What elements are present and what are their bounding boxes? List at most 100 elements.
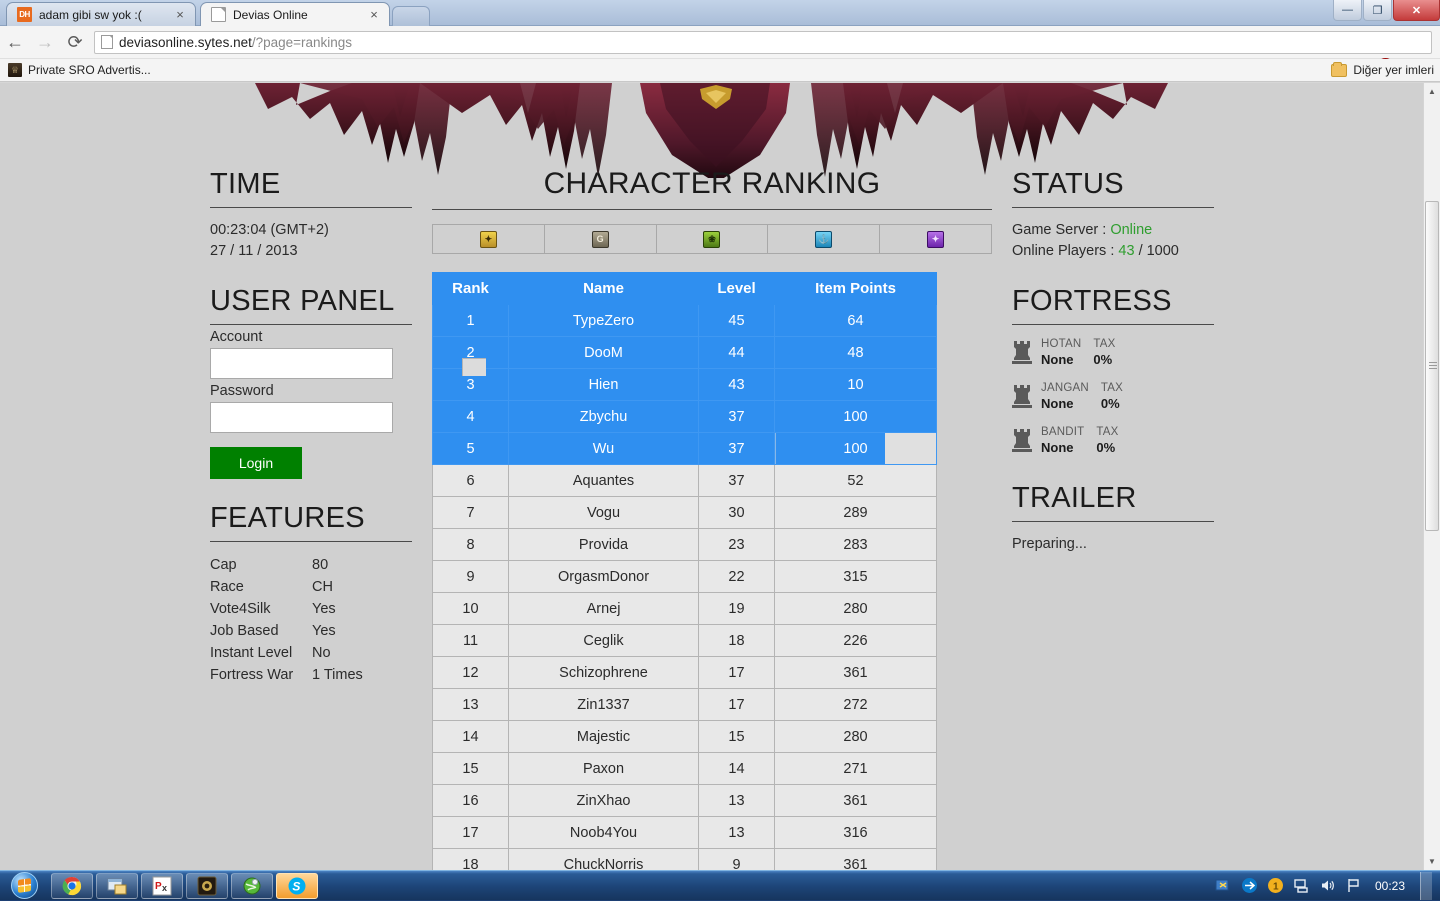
table-row[interactable]: 7 Vogu 30 289 bbox=[433, 497, 937, 529]
taskbar-item-window-switcher[interactable] bbox=[96, 873, 138, 899]
maximize-button[interactable]: ❐ bbox=[1363, 0, 1392, 21]
bookmark-item[interactable]: ♕ Private SRO Advertis... bbox=[0, 63, 159, 77]
tab-green-ranking[interactable]: ❀ bbox=[657, 225, 769, 253]
taskbar-clock[interactable]: 00:23 bbox=[1375, 879, 1405, 893]
fortress-tax-value: 0% bbox=[1093, 352, 1115, 367]
online-players-status: Online Players : 43 / 1000 bbox=[1012, 241, 1214, 262]
table-row[interactable]: 10 Arnej 19 280 bbox=[433, 593, 937, 625]
address-bar[interactable]: deviasonline.sytes.net/?page=rankings bbox=[94, 31, 1432, 54]
table-row[interactable]: 14 Majestic 15 280 bbox=[433, 721, 937, 753]
network-tray-icon[interactable] bbox=[1293, 877, 1310, 894]
column-header-name[interactable]: Name bbox=[509, 273, 699, 305]
scrollbar-thumb[interactable] bbox=[1425, 201, 1439, 531]
table-row[interactable]: 18 ChuckNorris 9 361 bbox=[433, 849, 937, 871]
minimize-button[interactable]: — bbox=[1333, 0, 1362, 21]
password-label: Password bbox=[210, 383, 412, 399]
cell-name: ZinXhao bbox=[509, 785, 699, 817]
tab-close-icon[interactable]: × bbox=[367, 9, 381, 21]
cell-level: 9 bbox=[699, 849, 775, 871]
column-header-rank[interactable]: Rank bbox=[433, 273, 509, 305]
start-button[interactable] bbox=[0, 871, 48, 900]
server-date: 27 / 11 / 2013 bbox=[210, 241, 412, 262]
feature-key: Race bbox=[210, 576, 312, 598]
table-row[interactable]: 12 Schizophrene 17 361 bbox=[433, 657, 937, 689]
cell-level: 14 bbox=[699, 753, 775, 785]
left-sidebar: TIME 00:23:04 (GMT+2) 27 / 11 / 2013 USE… bbox=[210, 167, 412, 686]
login-button[interactable]: Login bbox=[210, 447, 302, 479]
action-center-flag-icon[interactable] bbox=[1345, 877, 1362, 894]
cell-rank: 9 bbox=[433, 561, 509, 593]
table-row[interactable]: 15 Paxon 14 271 bbox=[433, 753, 937, 785]
back-icon[interactable]: ← bbox=[0, 27, 30, 57]
feature-value: CH bbox=[312, 576, 363, 598]
taskbar-item-skype[interactable]: S bbox=[276, 873, 318, 899]
scroll-down-icon[interactable]: ▼ bbox=[1424, 853, 1440, 870]
cell-name: OrgasmDonor bbox=[509, 561, 699, 593]
teamviewer-tray-icon[interactable] bbox=[1241, 877, 1258, 894]
fortress-name: JANGAN bbox=[1041, 381, 1089, 396]
cell-level: 13 bbox=[699, 817, 775, 849]
volume-tray-icon[interactable] bbox=[1319, 877, 1336, 894]
table-row[interactable]: 13 Zin1337 17 272 bbox=[433, 689, 937, 721]
cell-level: 37 bbox=[699, 401, 775, 433]
tab-close-icon[interactable]: × bbox=[173, 9, 187, 21]
table-row[interactable]: 16 ZinXhao 13 361 bbox=[433, 785, 937, 817]
update-tray-icon[interactable]: 1 bbox=[1267, 877, 1284, 894]
taskbar-item-px-editor[interactable]: P x bbox=[141, 873, 183, 899]
taskbar-item-game[interactable] bbox=[186, 873, 228, 899]
new-tab-button[interactable] bbox=[392, 6, 430, 26]
table-row[interactable]: 5 Wu 37 100 bbox=[433, 433, 937, 465]
browser-tab-inactive[interactable]: DH adam gibi sw yok :( × bbox=[6, 2, 196, 26]
show-desktop-button[interactable] bbox=[1420, 872, 1432, 900]
cell-level: 19 bbox=[699, 593, 775, 625]
browser-toolbar: ← → ⟳ deviasonline.sytes.net/?page=ranki… bbox=[0, 26, 1440, 59]
table-row[interactable]: 1 TypeZero 45 64 bbox=[433, 305, 937, 337]
reload-icon[interactable]: ⟳ bbox=[60, 27, 90, 57]
table-row[interactable]: 17 Noob4You 13 316 bbox=[433, 817, 937, 849]
tab-blue-ranking[interactable]: ⚓ bbox=[768, 225, 880, 253]
svg-text:S: S bbox=[292, 879, 300, 893]
feature-key: Job Based bbox=[210, 620, 312, 642]
cell-points: 100 bbox=[775, 433, 937, 465]
trailer-heading: TRAILER bbox=[1012, 481, 1214, 522]
cell-rank: 16 bbox=[433, 785, 509, 817]
other-bookmarks[interactable]: Diğer yer imleri bbox=[1331, 63, 1434, 77]
tab-gold-ranking[interactable]: ✦ bbox=[433, 225, 545, 253]
forward-icon[interactable]: → bbox=[30, 27, 60, 57]
feature-key: Vote4Silk bbox=[210, 598, 312, 620]
table-row[interactable]: 2 DooM 44 48 bbox=[433, 337, 937, 369]
table-row[interactable]: 11 Ceglik 18 226 bbox=[433, 625, 937, 657]
page-scrollbar[interactable]: ▲ ▼ bbox=[1423, 83, 1440, 870]
fortress-heading: FORTRESS bbox=[1012, 284, 1214, 325]
scroll-up-icon[interactable]: ▲ bbox=[1424, 83, 1440, 100]
table-row[interactable]: 6 Aquantes 37 52 bbox=[433, 465, 937, 497]
cell-name: DooM bbox=[509, 337, 699, 369]
feature-value: Yes bbox=[312, 598, 363, 620]
right-sidebar: STATUS Game Server : Online Online Playe… bbox=[1012, 167, 1214, 555]
column-header-level[interactable]: Level bbox=[699, 273, 775, 305]
system-tray: 1 00:23 bbox=[1215, 871, 1440, 901]
table-row[interactable]: 3 Hien 43 10 bbox=[433, 369, 937, 401]
column-header-points[interactable]: Item Points bbox=[775, 273, 937, 305]
taskbar-item-globe[interactable] bbox=[231, 873, 273, 899]
skype-icon: S bbox=[287, 876, 307, 896]
table-row[interactable]: 9 OrgasmDonor 22 315 bbox=[433, 561, 937, 593]
table-row: Instant Level No bbox=[210, 642, 363, 664]
tab-purple-ranking[interactable]: ✦ bbox=[880, 225, 991, 253]
taskbar-item-chrome[interactable] bbox=[51, 873, 93, 899]
fortress-tax-label: TAX bbox=[1096, 425, 1118, 440]
tab-guild-ranking[interactable]: G bbox=[545, 225, 657, 253]
close-button[interactable]: ✕ bbox=[1393, 0, 1440, 21]
msn-tray-icon[interactable] bbox=[1215, 877, 1232, 894]
table-row[interactable]: 4 Zbychu 37 100 bbox=[433, 401, 937, 433]
account-input[interactable] bbox=[210, 348, 393, 379]
page-viewport: TIME 00:23:04 (GMT+2) 27 / 11 / 2013 USE… bbox=[0, 83, 1440, 870]
browser-tab-active[interactable]: Devias Online × bbox=[200, 2, 390, 26]
svg-text:x: x bbox=[162, 883, 167, 893]
cell-rank: 17 bbox=[433, 817, 509, 849]
main-content: CHARACTER RANKING ✦ G ❀ ⚓ ✦ bbox=[432, 167, 992, 870]
table-row[interactable]: 8 Provida 23 283 bbox=[433, 529, 937, 561]
url-text: deviasonline.sytes.net/?page=rankings bbox=[119, 35, 352, 50]
svg-text:P: P bbox=[155, 881, 162, 892]
password-input[interactable] bbox=[210, 402, 393, 433]
